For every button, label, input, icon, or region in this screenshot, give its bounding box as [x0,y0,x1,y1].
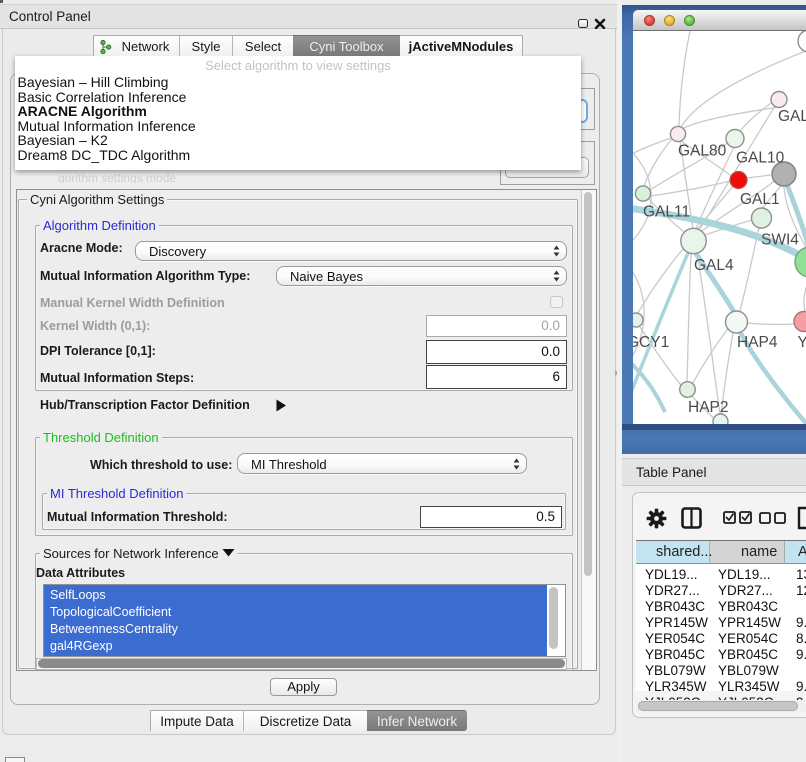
svg-text:GAL4: GAL4 [694,257,734,274]
svg-text:YEL0: YEL0 [798,334,806,351]
svg-text:GAL80: GAL80 [678,143,727,160]
svg-text:SWI4: SWI4 [761,232,799,249]
svg-text:GAL1: GAL1 [740,191,780,208]
svg-text:GAL8: GAL8 [778,108,806,125]
svg-text:GAL10: GAL10 [736,150,785,167]
svg-text:HAP2: HAP2 [688,399,729,416]
svg-text:HAP4: HAP4 [737,334,778,351]
svg-text:GCY1: GCY1 [633,334,669,351]
svg-text:GAL11: GAL11 [643,204,690,221]
